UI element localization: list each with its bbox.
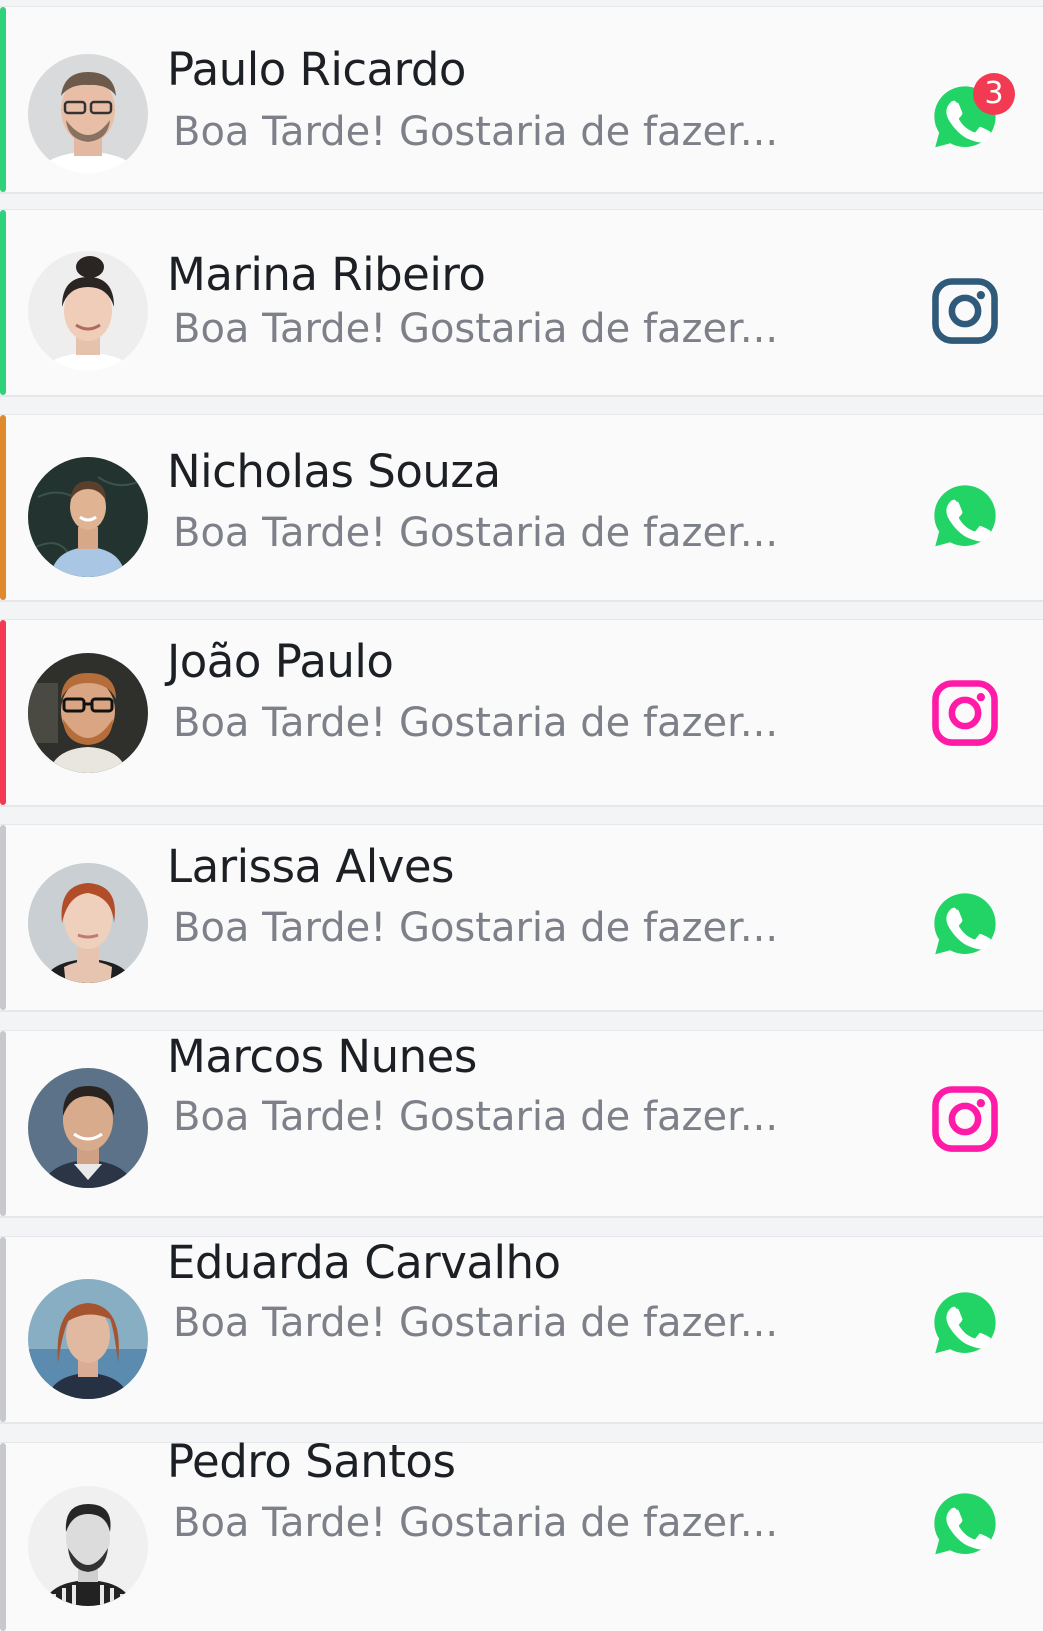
contact-name: João Paulo xyxy=(167,635,394,688)
status-accent-bar xyxy=(0,7,6,192)
conversation-item[interactable]: Paulo Ricardo Boa Tarde! Gostaria de faz… xyxy=(0,6,1043,194)
contact-name: Marcos Nunes xyxy=(167,1030,477,1083)
instagram-icon[interactable] xyxy=(930,276,1000,346)
status-accent-bar xyxy=(0,415,6,600)
contact-name: Marina Ribeiro xyxy=(167,248,486,301)
avatar xyxy=(28,251,148,371)
message-preview: Boa Tarde! Gostaria de fazer... xyxy=(173,700,779,746)
conversation-item[interactable]: João Paulo Boa Tarde! Gostaria de fazer.… xyxy=(0,619,1043,807)
conversation-item[interactable]: Pedro Santos Boa Tarde! Gostaria de faze… xyxy=(0,1436,1043,1631)
message-preview: Boa Tarde! Gostaria de fazer... xyxy=(173,510,779,556)
whatsapp-icon[interactable] xyxy=(930,481,1000,551)
conversation-item[interactable]: Marcos Nunes Boa Tarde! Gostaria de faze… xyxy=(0,1030,1043,1218)
avatar xyxy=(28,1279,148,1399)
avatar xyxy=(28,457,148,577)
status-accent-bar xyxy=(0,1443,6,1631)
message-preview: Boa Tarde! Gostaria de fazer... xyxy=(173,109,779,155)
status-accent-bar xyxy=(0,1237,6,1422)
conversation-item[interactable]: Nicholas Souza Boa Tarde! Gostaria de fa… xyxy=(0,414,1043,602)
contact-name: Eduarda Carvalho xyxy=(167,1236,561,1289)
avatar xyxy=(28,1486,148,1606)
message-preview: Boa Tarde! Gostaria de fazer... xyxy=(173,1300,779,1346)
message-preview: Boa Tarde! Gostaria de fazer... xyxy=(173,1500,779,1546)
whatsapp-icon[interactable] xyxy=(930,889,1000,959)
avatar xyxy=(28,54,148,174)
avatar xyxy=(28,863,148,983)
contact-name: Paulo Ricardo xyxy=(167,43,466,96)
status-accent-bar xyxy=(0,1031,6,1216)
unread-count-badge: 3 xyxy=(973,73,1015,115)
status-accent-bar xyxy=(0,210,6,395)
conversation-item[interactable]: Eduarda Carvalho Boa Tarde! Gostaria de … xyxy=(0,1236,1043,1424)
avatar xyxy=(28,653,148,773)
contact-name: Pedro Santos xyxy=(167,1435,456,1488)
contact-name: Nicholas Souza xyxy=(167,445,501,498)
instagram-icon[interactable] xyxy=(930,1084,1000,1154)
status-accent-bar xyxy=(0,620,6,805)
message-preview: Boa Tarde! Gostaria de fazer... xyxy=(173,1094,779,1140)
whatsapp-icon[interactable] xyxy=(930,1489,1000,1559)
conversation-item[interactable]: Larissa Alves Boa Tarde! Gostaria de faz… xyxy=(0,824,1043,1012)
status-accent-bar xyxy=(0,825,6,1010)
message-preview: Boa Tarde! Gostaria de fazer... xyxy=(173,306,779,352)
avatar xyxy=(28,1068,148,1188)
conversation-item[interactable]: Marina Ribeiro Boa Tarde! Gostaria de fa… xyxy=(0,209,1043,397)
message-preview: Boa Tarde! Gostaria de fazer... xyxy=(173,905,779,951)
instagram-icon[interactable] xyxy=(930,678,1000,748)
contact-name: Larissa Alves xyxy=(167,840,454,893)
whatsapp-icon[interactable] xyxy=(930,1288,1000,1358)
